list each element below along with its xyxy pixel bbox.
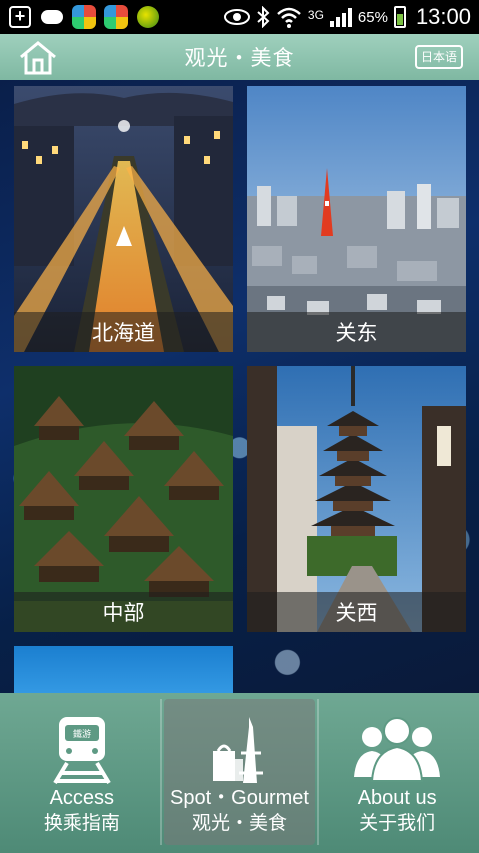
region-card-kanto[interactable]: 关东 — [247, 86, 466, 352]
region-grid: 北海道 关东 中部 关西 — [0, 80, 479, 693]
region-card-chubu[interactable]: 中部 — [14, 366, 233, 632]
nav-divider — [159, 699, 162, 845]
app-notification-icon — [72, 5, 96, 29]
nav-label-cn: 换乘指南 — [43, 813, 120, 834]
app-ball-icon — [136, 5, 160, 29]
language-button[interactable]: 日本语 — [414, 45, 463, 69]
app-header: 观光・美食 日本语 — [0, 34, 479, 80]
people-group-icon — [354, 717, 441, 782]
battery-percent: 65% — [357, 8, 388, 26]
svg-text:鐵游: 鐵游 — [73, 728, 91, 740]
eye-icon — [223, 9, 250, 25]
weather-cloud-icon — [40, 5, 64, 29]
app-notification-icon — [104, 5, 128, 29]
nav-spot-gourmet[interactable]: Spot・Gourmet 观光・美食 — [163, 699, 316, 845]
battery-icon — [393, 6, 406, 28]
wifi-icon — [277, 7, 301, 28]
nav-access[interactable]: 鐵游 Access 换乘指南 — [6, 699, 158, 845]
nav-label-cn: 观光・美食 — [192, 813, 288, 834]
region-label: 关东 — [247, 312, 466, 352]
status-bar: + 3G 65% 13:00 — [0, 0, 479, 34]
region-label: 中部 — [14, 592, 233, 632]
nav-about-us[interactable]: About us 关于我们 — [321, 699, 473, 845]
tower-shopping-icon — [212, 717, 263, 783]
region-card-hokkaido[interactable]: 北海道 — [14, 86, 233, 352]
region-card-kansai[interactable]: 关西 — [247, 366, 466, 632]
nav-label-cn: 关于我们 — [359, 813, 436, 834]
region-card-partial[interactable] — [14, 646, 233, 693]
nav-label-en: Access — [49, 787, 115, 809]
page-title: 观光・美食 — [184, 47, 295, 70]
notification-plus-icon: + — [8, 5, 32, 29]
train-icon: 鐵游 — [53, 717, 111, 785]
signal-icon — [329, 7, 352, 27]
clock: 13:00 — [415, 4, 471, 29]
nav-label-en: Spot・Gourmet — [170, 787, 309, 809]
nav-label-en: About us — [357, 787, 437, 809]
home-icon[interactable] — [18, 40, 58, 76]
network-type: 3G — [307, 8, 324, 22]
bluetooth-icon — [257, 6, 270, 28]
region-label: 关西 — [247, 592, 466, 632]
region-label: 北海道 — [14, 312, 233, 352]
bottom-nav: 鐵游 Access 换乘指南 Spot・Gourmet 观光・美食 About … — [0, 693, 479, 853]
nav-divider — [317, 699, 320, 845]
